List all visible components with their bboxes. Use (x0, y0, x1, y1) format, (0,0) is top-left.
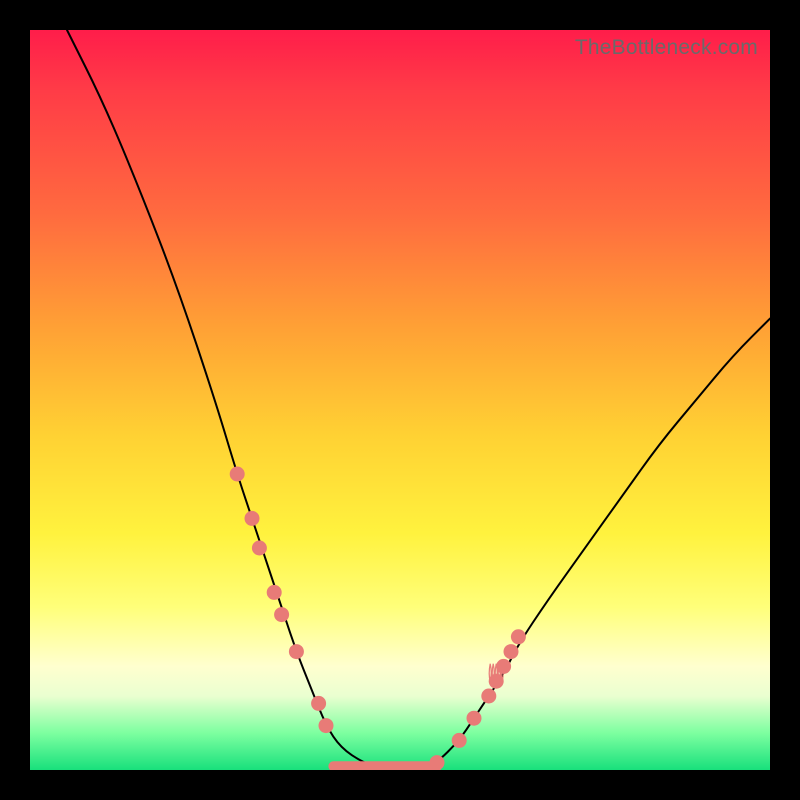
marker-dot (289, 644, 304, 659)
marker-dot (496, 659, 511, 674)
chart-frame: TheBottleneck.com (0, 0, 800, 800)
marker-dot (319, 718, 334, 733)
marker-dot (504, 644, 519, 659)
marker-dot (252, 541, 267, 556)
marker-dot (481, 689, 496, 704)
curve-line (67, 30, 770, 770)
marker-dot (430, 755, 445, 770)
markers-left-group (230, 467, 334, 734)
markers-right-group (430, 629, 526, 770)
marker-dot (267, 585, 282, 600)
marker-dot (311, 696, 326, 711)
marker-dot (274, 607, 289, 622)
plot-area: TheBottleneck.com (30, 30, 770, 770)
bottleneck-curve (30, 30, 770, 770)
marker-dot (230, 467, 245, 482)
marker-dot (452, 733, 467, 748)
marker-dot (245, 511, 260, 526)
marker-dot (467, 711, 482, 726)
marker-dot (489, 674, 504, 689)
marker-dot (511, 629, 526, 644)
